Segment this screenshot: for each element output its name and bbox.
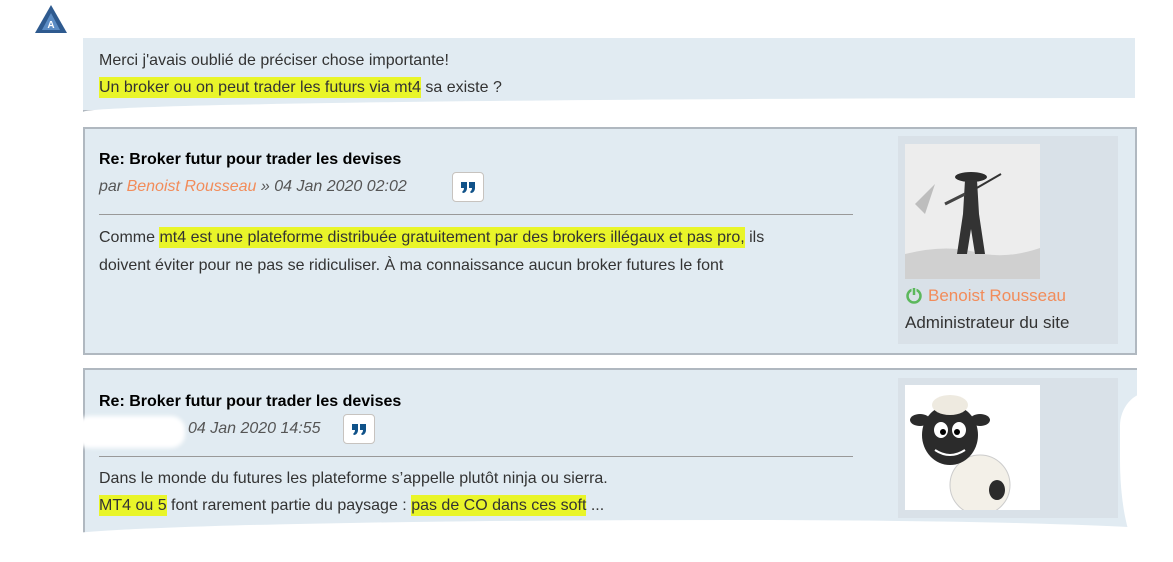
- quote-icon: [352, 424, 366, 435]
- redacted-author: [75, 416, 185, 448]
- profile-username[interactable]: Benoist Rousseau: [928, 286, 1066, 306]
- post-2-text-line2: doivent éviter pour ne pas se ridiculise…: [99, 257, 724, 274]
- post-separator: [99, 456, 853, 457]
- post-3-title[interactable]: Re: Broker futur pour trader les devises: [99, 393, 401, 411]
- post-2-text-line1: Comme mt4 est une plateforme distribuée …: [99, 227, 765, 248]
- highlight: Un broker ou on peut trader les futurs v…: [99, 77, 421, 98]
- post-3-text-line2: MT4 ou 5 font rarement partie du paysage…: [99, 495, 605, 516]
- avatar[interactable]: [905, 385, 1040, 510]
- post-3-date: 04 Jan 2020 14:55: [188, 420, 321, 437]
- avatar[interactable]: [905, 144, 1040, 279]
- post-2-byline: par Benoist Rousseau » 04 Jan 2020 02:02: [99, 178, 407, 195]
- quote-icon: [461, 182, 475, 193]
- profile-rank: Administrateur du site: [905, 313, 1070, 332]
- post-2-title[interactable]: Re: Broker futur pour trader les devises: [99, 151, 401, 169]
- highlight: pas de CO dans ces soft: [411, 495, 587, 516]
- post-1-text-line1: Merci j'avais oublié de préciser chose i…: [99, 52, 449, 69]
- torn-edge: [60, 520, 1173, 562]
- highlight: mt4 est une plateforme distribuée gratui…: [159, 227, 745, 248]
- highlight: MT4 ou 5: [99, 495, 167, 516]
- sheep-avatar-image: [905, 385, 1040, 510]
- svg-text:A: A: [47, 20, 54, 31]
- site-logo[interactable]: A: [34, 4, 68, 34]
- post-separator: [99, 214, 853, 215]
- post-3-text-line1: Dans le monde du futures les plateforme …: [99, 470, 608, 487]
- quote-button[interactable]: [452, 172, 484, 202]
- power-icon: [906, 287, 922, 304]
- samurai-avatar-image: [905, 144, 1040, 279]
- post-1-text-line2: Un broker ou on peut trader les futurs v…: [99, 77, 502, 98]
- quote-button[interactable]: [343, 414, 375, 444]
- author-link[interactable]: Benoist Rousseau: [127, 178, 257, 195]
